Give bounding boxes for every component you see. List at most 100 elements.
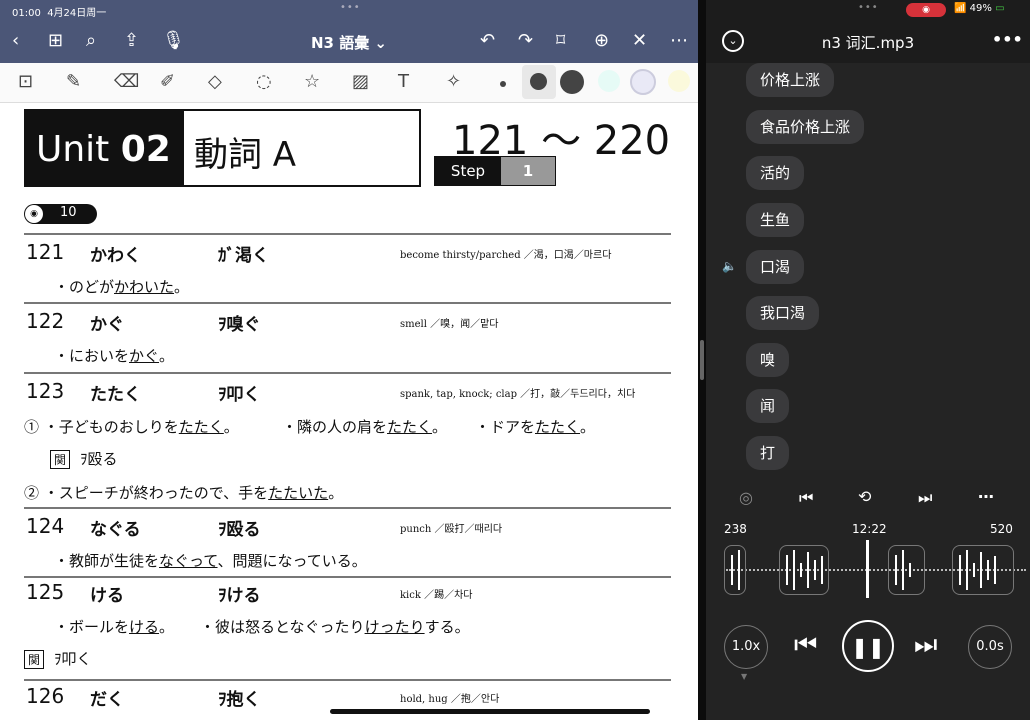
undo-icon[interactable]: ↶: [480, 30, 495, 51]
entry-number: 124: [26, 514, 65, 538]
waveform-bar: [959, 555, 961, 585]
lasso-icon[interactable]: ◌: [256, 71, 272, 92]
fast-forward-icon[interactable]: ⏭: [918, 488, 932, 508]
multitask-dots[interactable]: •••: [340, 2, 361, 13]
sticker-icon[interactable]: ☆: [304, 71, 320, 92]
transcript-item[interactable]: 价格上涨: [746, 63, 835, 97]
entry-meaning: kick ／踢／차다: [400, 590, 473, 601]
home-indicator[interactable]: [330, 709, 650, 714]
thin-stroke-option[interactable]: [500, 81, 506, 87]
divider: [24, 372, 671, 374]
entry-meaning: punch ／殴打／때리다: [400, 524, 503, 535]
waveform-bar: [731, 555, 733, 585]
document-page[interactable]: Unit 02 動詞 A 121 ～ 220 Step 1 ◉ 10 121 かわ…: [0, 104, 698, 720]
example-text: たたく: [178, 418, 224, 436]
waveform-segment[interactable]: [724, 545, 746, 595]
notes-header: 01:00 4月24日周一 ••• ‹ ⊞ ⌕ ⇪ 🎙 N3 語彙 ⌄ ↶ ↷ …: [0, 0, 698, 63]
battery-icon: ▭: [995, 3, 1005, 14]
locate-icon[interactable]: ◎: [739, 488, 753, 507]
redo-icon[interactable]: ↷: [518, 30, 533, 51]
transcript-item[interactable]: 嗅: [746, 343, 790, 377]
example-text: たたく: [535, 418, 581, 436]
recording-indicator: ◉: [906, 3, 946, 17]
offset-button[interactable]: 0.0s: [968, 625, 1012, 669]
current-time: 12:22: [852, 522, 887, 536]
entry-kana: かわく: [90, 246, 141, 266]
add-page-icon[interactable]: ⊕: [594, 30, 609, 51]
waveform-bar: [902, 550, 904, 590]
color-lavender[interactable]: [630, 69, 656, 95]
speed-dropdown-icon[interactable]: ▼: [741, 672, 747, 681]
multitask-dots[interactable]: •••: [858, 2, 879, 13]
example-text: ・彼は怒るとなぐったり: [200, 618, 365, 636]
color-yellow[interactable]: [668, 70, 690, 92]
example: ② ・スピーチが終わったので、手をたたいた。: [24, 482, 343, 503]
transcript-item[interactable]: 闻: [746, 389, 790, 423]
split-view-handle[interactable]: [700, 340, 704, 380]
close-toolbar-icon[interactable]: ✕: [632, 30, 647, 51]
shapes-icon[interactable]: ◇: [208, 71, 222, 92]
audio-track-badge: ◉ 10: [24, 204, 97, 224]
next-icon[interactable]: ⏭: [914, 630, 937, 661]
example-text: ・のどが: [54, 278, 115, 296]
transcript-item[interactable]: 我口渴: [746, 296, 820, 330]
entry-kanji: ｦ抱く: [218, 690, 261, 710]
waveform-bar: [821, 556, 823, 584]
waveform-segment[interactable]: [888, 545, 925, 595]
more-icon[interactable]: ⋯: [978, 487, 994, 506]
audio-player: ◎ ⏮ ⟲ ⏭ ⋯ 238 12:22 520 1.0x ▼ ⏮ ❚❚ ⏭ 0.…: [706, 470, 1030, 720]
eraser-icon[interactable]: ⌫: [114, 71, 139, 92]
transcript-item[interactable]: 打: [746, 436, 790, 470]
status-bar: 01:00 4月24日周一: [12, 4, 106, 19]
laser-pointer-icon[interactable]: ✧: [446, 71, 461, 92]
entry-kanji: ｦ叩く: [218, 385, 261, 405]
more-icon[interactable]: ⋯: [670, 30, 688, 51]
example-text: けったり: [364, 618, 425, 636]
right-marker: 520: [990, 522, 1013, 536]
playhead[interactable]: [866, 540, 869, 598]
entry-number: 123: [26, 379, 65, 403]
rewind-icon[interactable]: ⏮: [799, 488, 813, 508]
waveform-bar: [895, 555, 897, 585]
entry-kanji: ｦ嗅ぐ: [218, 315, 261, 335]
transcript-item[interactable]: 活的: [746, 156, 805, 190]
example: ① ・子どものおしりをたたく。: [24, 416, 239, 437]
entry-number: 125: [26, 580, 65, 604]
example: ・においをかぐ。: [54, 345, 174, 366]
waveform-segment[interactable]: [952, 545, 1014, 595]
pause-button[interactable]: ❚❚: [842, 620, 894, 672]
divider: [24, 576, 671, 578]
audio-header: ••• ◉ 📶 49% ▭ ⌄ n3 词汇.mp3 •••: [706, 0, 1030, 63]
entry-meaning: hold, hug ／抱／안다: [400, 694, 500, 705]
example-text: かわいた: [114, 278, 175, 296]
color-mint[interactable]: [598, 70, 620, 92]
transcript-item-playing[interactable]: 口渴: [746, 250, 805, 284]
entry-kana: かぐ: [90, 315, 124, 335]
step-badge: Step 1: [434, 156, 556, 186]
example-text: ① ・子どものおしりを: [24, 418, 179, 436]
example-text: かぐ: [129, 347, 160, 365]
speed-button[interactable]: 1.0x: [724, 625, 768, 669]
more-icon[interactable]: •••: [992, 30, 1023, 49]
medium-stroke-option[interactable]: [530, 73, 547, 90]
example-text: 。: [159, 618, 175, 636]
image-icon[interactable]: ▨: [352, 71, 369, 92]
entry-number: 121: [26, 240, 65, 264]
example-text: 関: [50, 450, 71, 469]
transcript-item[interactable]: 食品价格上涨: [746, 110, 865, 144]
waveform-segment[interactable]: [779, 545, 829, 595]
pen-icon[interactable]: ✎: [66, 71, 81, 92]
zoom-window-icon[interactable]: ⊡: [18, 71, 33, 92]
transcript-item[interactable]: 生鱼: [746, 203, 805, 237]
example-text: ・ドアを: [475, 418, 536, 436]
thick-stroke-option[interactable]: [560, 70, 584, 94]
previous-icon[interactable]: ⏮: [794, 630, 817, 661]
example-text: たたく: [387, 418, 433, 436]
bookmark-icon[interactable]: ⌑: [556, 30, 565, 51]
text-icon[interactable]: T: [398, 71, 409, 92]
loop-icon[interactable]: ⟲: [858, 487, 871, 506]
entry-number: 126: [26, 684, 65, 708]
example: ・教師が生徒をなぐって、問題になっている。: [54, 550, 367, 571]
highlighter-icon[interactable]: ✐: [160, 71, 175, 92]
example-text: ｦ殴る: [80, 450, 118, 468]
